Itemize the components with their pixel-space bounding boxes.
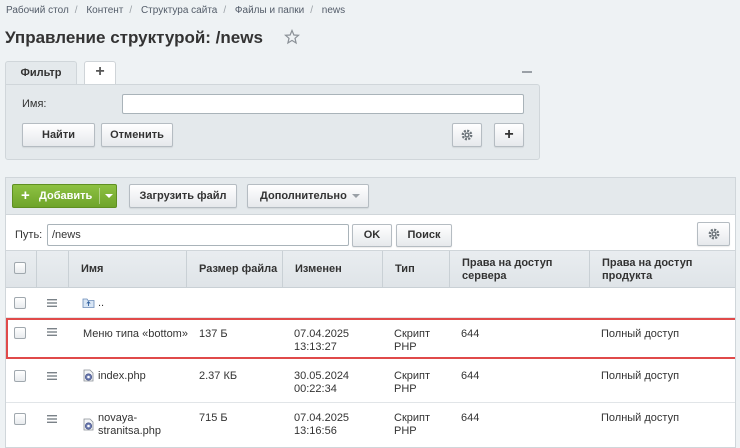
php-file-icon[interactable] (82, 418, 95, 431)
tab-filter[interactable]: Фильтр (5, 61, 77, 85)
search-button[interactable]: Поиск (396, 224, 452, 247)
server-rights: 644 (461, 328, 480, 340)
path-input[interactable]: /news (47, 224, 349, 246)
table-row[interactable]: novaya- stranitsa.php 715 Б 07.04.2025 1… (6, 403, 735, 447)
product-rights: Полный доступ (601, 370, 680, 382)
breadcrumb-item-files-folders[interactable]: Файлы и папки (235, 5, 304, 16)
file-modified: 07.04.2025 13:16:56 (294, 412, 350, 437)
add-filter-field-button[interactable]: + (494, 123, 524, 147)
file-table: Имя Размер файла Изменен Тип Права на до… (5, 250, 736, 448)
product-rights: Полный доступ (601, 412, 680, 424)
filter-name-input[interactable] (122, 94, 524, 114)
product-rights: Полный доступ (601, 328, 680, 340)
find-button[interactable]: Найти (22, 123, 95, 147)
table-row[interactable]: .. (6, 288, 735, 318)
file-type: Скрипт PHP (394, 370, 431, 395)
more-actions-label: Дополнительно (260, 190, 347, 202)
page-title: Управление структурой: /news (5, 28, 263, 47)
breadcrumb-item-site-structure[interactable]: Структура сайта (141, 5, 217, 16)
breadcrumb-item-desktop[interactable]: Рабочий стол (6, 5, 69, 16)
breadcrumb: Рабочий стол / Контент / Структура сайта / … (6, 5, 345, 16)
table-settings-button[interactable] (697, 222, 730, 246)
breadcrumb-item-content[interactable]: Контент (86, 5, 123, 16)
hamburger-menu-icon[interactable] (47, 372, 57, 380)
path-label: Путь: (15, 229, 43, 241)
toolbar: + Добавить Загрузить файл Дополнительно (5, 177, 736, 214)
file-name[interactable]: novaya- stranitsa.php (98, 412, 161, 438)
gear-icon (461, 129, 473, 141)
file-name[interactable]: .. (98, 297, 104, 310)
file-size: 2.37 КБ (199, 370, 238, 382)
path-bar: Путь: /news OK Поиск (5, 214, 736, 250)
file-type: Скрипт PHP (394, 328, 431, 353)
upload-file-button[interactable]: Загрузить файл (129, 184, 237, 208)
plus-icon: + (21, 187, 30, 204)
table-row[interactable]: index.php 2.37 КБ 30.05.2024 00:22:34 Ск… (6, 359, 735, 403)
file-size: 137 Б (199, 328, 228, 340)
filter-panel: Имя: Найти Отменить + (5, 84, 540, 160)
table-header: Имя Размер файла Изменен Тип Права на до… (6, 251, 735, 288)
cancel-button[interactable]: Отменить (101, 123, 173, 147)
ok-button[interactable]: OK (352, 224, 392, 247)
filter-settings-button[interactable] (452, 123, 482, 147)
file-type: Скрипт PHP (394, 412, 431, 437)
php-file-icon[interactable] (82, 369, 95, 382)
column-header-type[interactable]: Тип (383, 251, 450, 288)
table-row[interactable]: Меню типа «bottom» 137 Б 07.04.2025 13:1… (6, 318, 735, 359)
breadcrumb-item-news[interactable]: news (322, 5, 345, 16)
chevron-down-icon[interactable] (105, 194, 113, 198)
header-checkbox-cell (6, 251, 37, 288)
breadcrumb-separator: / (74, 5, 78, 16)
chevron-down-icon (352, 194, 360, 198)
row-checkbox[interactable] (14, 413, 26, 425)
header-menu-cell (37, 251, 69, 288)
column-header-server-rights[interactable]: Права на доступ сервера (450, 251, 590, 288)
row-checkbox[interactable] (14, 370, 26, 382)
server-rights: 644 (461, 370, 480, 382)
gear-icon (708, 228, 720, 240)
add-button[interactable]: + Добавить (12, 184, 117, 208)
hamburger-menu-icon[interactable] (47, 299, 57, 307)
file-name[interactable]: Меню типа «bottom» (83, 328, 193, 341)
column-header-size[interactable]: Размер файла (187, 251, 283, 288)
file-modified: 30.05.2024 00:22:34 (294, 370, 350, 395)
breadcrumb-separator: / (223, 5, 227, 16)
column-header-modified[interactable]: Изменен (283, 251, 383, 288)
more-actions-button[interactable]: Дополнительно (247, 184, 369, 208)
hamburger-menu-icon[interactable] (47, 328, 57, 336)
file-size: 715 Б (199, 412, 228, 424)
breadcrumb-separator: / (129, 5, 133, 16)
server-rights: 644 (461, 412, 480, 424)
select-all-checkbox[interactable] (14, 262, 26, 274)
column-header-product-rights[interactable]: Права на доступ продукта (590, 251, 735, 288)
breadcrumb-separator: / (310, 5, 313, 16)
file-modified: 07.04.2025 13:13:27 (294, 328, 350, 353)
folder-up-icon[interactable] (82, 296, 95, 309)
file-name[interactable]: index.php (98, 370, 146, 383)
row-checkbox[interactable] (14, 327, 26, 339)
collapse-icon[interactable] (521, 66, 533, 78)
add-button-label: Добавить (39, 190, 93, 202)
filter-name-label: Имя: (22, 98, 47, 110)
add-button-divider (99, 188, 100, 204)
hamburger-menu-icon[interactable] (47, 415, 57, 423)
star-icon[interactable] (284, 29, 300, 45)
add-filter-tab-button[interactable]: + (84, 61, 116, 85)
column-header-name[interactable]: Имя (69, 251, 187, 288)
row-checkbox[interactable] (14, 297, 26, 309)
